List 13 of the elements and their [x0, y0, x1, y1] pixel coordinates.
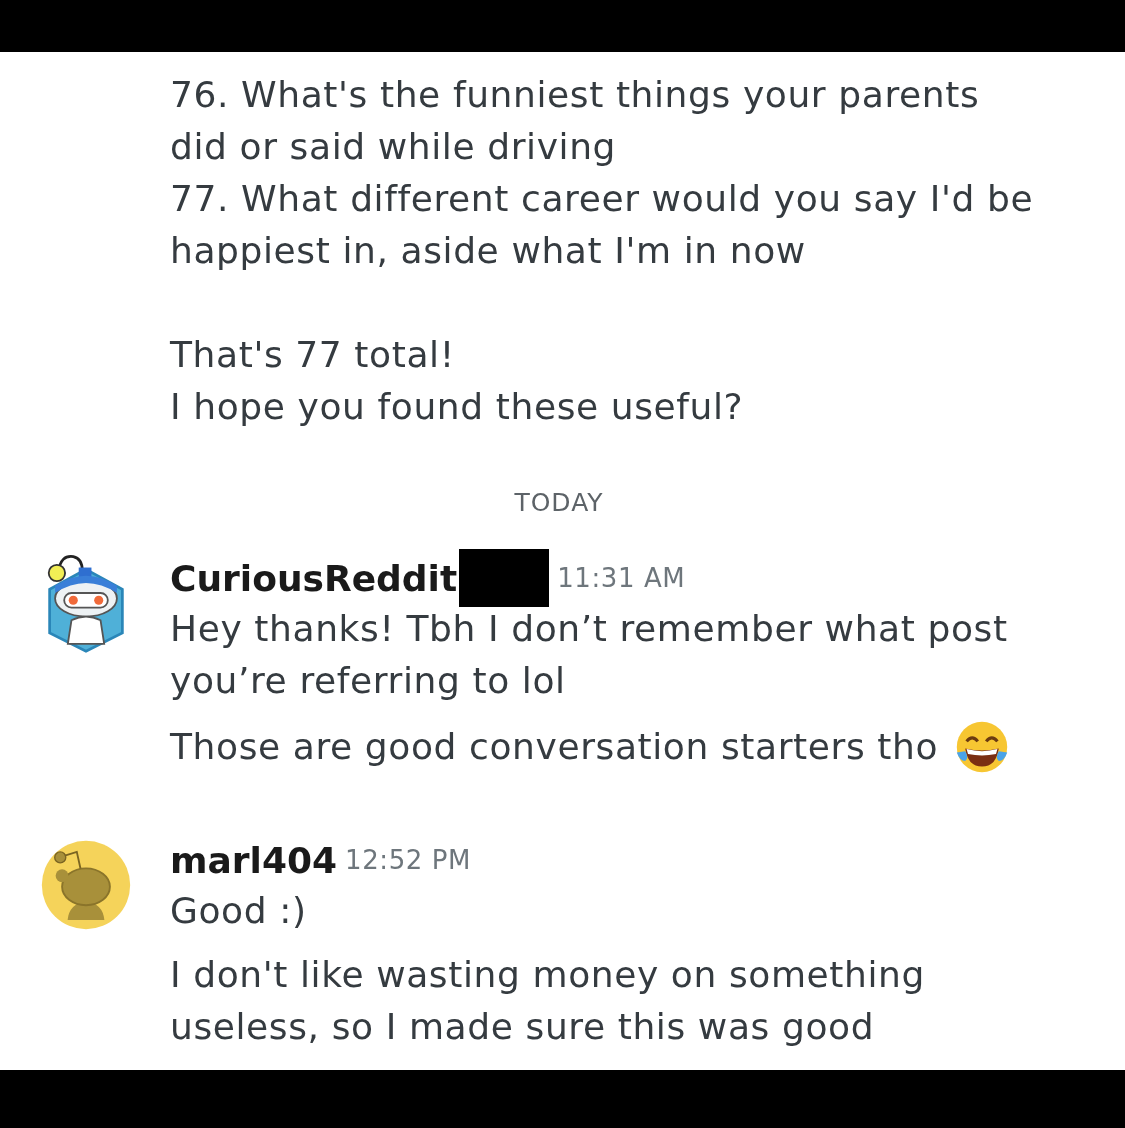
message-text: Good :) [170, 889, 307, 933]
message-text: 77. What different career would you say I'd be happiest in, aside what I'm in now [170, 177, 1035, 273]
message-text: I hope you found these useful? [170, 385, 745, 429]
timestamp: 12:52 PM [345, 845, 472, 875]
message-text: Those are good conversation starters tho [170, 725, 939, 769]
message-text: 76. What's the funniest things your parents did or said while driving [170, 73, 981, 169]
message-text: I don't like wasting money on something useless, so I made sure this was good [170, 953, 926, 1049]
username[interactable]: CuriousReddit [170, 557, 458, 599]
message-text: Hey thanks! Tbh I don’t remember what post you’re referring to lol [170, 607, 1009, 703]
timestamp: 11:31 AM [557, 563, 686, 593]
username[interactable]: marl404 [170, 839, 338, 881]
day-divider: TODAY [513, 487, 605, 519]
message-text: That's 77 total! [170, 333, 456, 377]
